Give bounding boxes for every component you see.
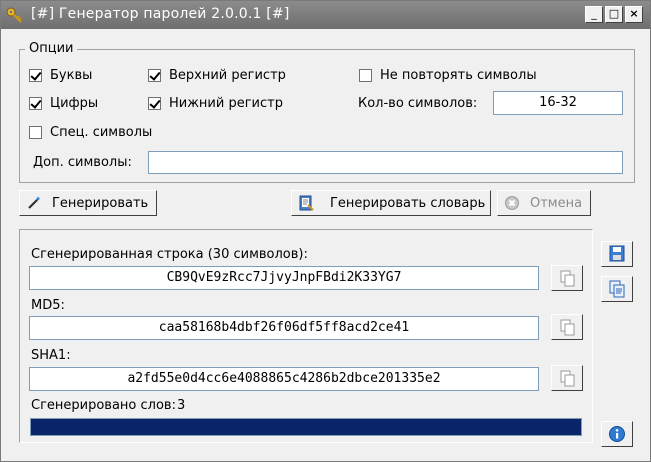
- generate-label: Генерировать: [52, 195, 149, 211]
- cancel-button[interactable]: Отмена: [497, 190, 591, 216]
- checkbox-box[interactable]: [29, 97, 42, 110]
- no-repeat-label: Не повторять символы: [380, 68, 537, 83]
- checkbox-box[interactable]: [148, 97, 161, 110]
- extra-symbols-label: Доп. символы:: [33, 155, 132, 170]
- upper-label: Верхний регистр: [169, 68, 286, 83]
- extra-symbols-input[interactable]: [148, 151, 623, 174]
- copy-icon: [560, 370, 575, 387]
- cancel-label: Отмена: [530, 195, 583, 211]
- cancel-icon: [505, 196, 519, 210]
- generated-string-field[interactable]: CB9QvE9zRcc7JjvyJnpFBdi2K33YG7: [29, 266, 539, 290]
- info-button[interactable]: [601, 421, 633, 447]
- generate-button[interactable]: Генерировать: [19, 190, 157, 216]
- special-label: Спец. символы: [50, 125, 153, 140]
- progress-fill: [31, 419, 581, 435]
- copy-all-button[interactable]: [601, 276, 633, 302]
- wand-icon: [28, 196, 40, 209]
- checkbox-box[interactable]: [29, 69, 42, 82]
- words-generated-label: Сгенерировано слов:: [31, 398, 176, 413]
- minimize-button[interactable]: _: [585, 6, 603, 23]
- letters-label: Буквы: [50, 68, 93, 83]
- digits-label: Цифры: [50, 96, 99, 111]
- close-button[interactable]: ×: [625, 6, 643, 23]
- copy-all-icon: [609, 280, 625, 298]
- generate-dictionary-label: Генерировать словарь: [330, 195, 486, 211]
- save-icon: [609, 245, 625, 262]
- copy-icon: [560, 270, 575, 287]
- special-checkbox[interactable]: Спец. символы: [29, 125, 152, 140]
- length-label: Кол-во символов:: [358, 96, 478, 111]
- copy-md5-button[interactable]: [551, 314, 583, 340]
- title-bar[interactable]: [#] Генератор паролей 2.0.0.1 [#] _ □ ×: [1, 1, 650, 29]
- info-icon: [609, 426, 625, 442]
- copy-sha1-button[interactable]: [551, 365, 583, 391]
- key-icon: [6, 7, 22, 23]
- main-window: [#] Генератор паролей 2.0.0.1 [#] _ □ × …: [0, 0, 651, 462]
- md5-label: MD5:: [31, 298, 65, 313]
- upper-checkbox[interactable]: Верхний регистр: [148, 68, 286, 83]
- digits-checkbox[interactable]: Цифры: [29, 96, 98, 111]
- copy-icon: [560, 319, 575, 336]
- generate-dictionary-button[interactable]: Генерировать словарь: [291, 190, 491, 216]
- dictionary-icon: [299, 195, 314, 211]
- md5-field[interactable]: caa58168b4dbf26f06df5ff8acd2ce41: [29, 316, 539, 340]
- sha1-label: SHA1:: [31, 348, 71, 363]
- copy-string-button[interactable]: [551, 265, 583, 291]
- letters-checkbox[interactable]: Буквы: [29, 68, 92, 83]
- length-input[interactable]: 16-32: [493, 91, 623, 115]
- sha1-field[interactable]: a2fd55e0d4cc6e4088865c4286b2dbce201335e2: [29, 367, 539, 391]
- window-title: [#] Генератор паролей 2.0.0.1 [#]: [31, 6, 290, 22]
- options-legend: Опции: [25, 41, 78, 56]
- checkbox-box[interactable]: [148, 69, 161, 82]
- generated-string-label: Сгенерированная строка (30 символов):: [31, 247, 308, 262]
- progress-bar: [30, 418, 582, 436]
- no-repeat-checkbox[interactable]: Не повторять символы: [359, 68, 537, 83]
- save-button[interactable]: [601, 241, 633, 267]
- words-generated-count: 3: [177, 398, 186, 413]
- lower-label: Нижний регистр: [169, 96, 283, 111]
- checkbox-box[interactable]: [29, 126, 42, 139]
- lower-checkbox[interactable]: Нижний регистр: [148, 96, 283, 111]
- checkbox-box[interactable]: [359, 69, 372, 82]
- maximize-button[interactable]: □: [605, 6, 623, 23]
